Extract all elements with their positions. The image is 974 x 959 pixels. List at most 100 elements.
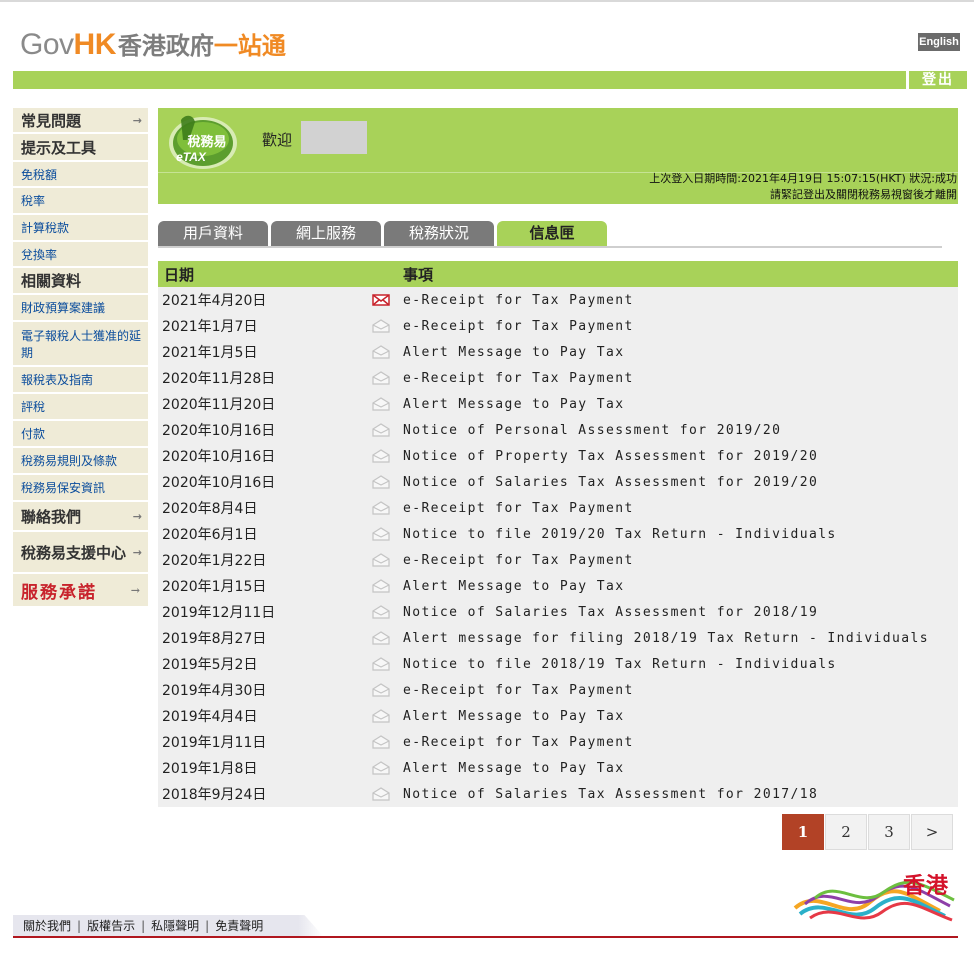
page-3-button[interactable]: 3	[868, 814, 910, 850]
message-subject-link[interactable]: Alert Message to Pay Tax	[403, 761, 624, 776]
sidebar-item[interactable]: 報稅表及指南	[13, 367, 148, 394]
sidebar-item[interactable]: 財政預算案建議	[13, 295, 148, 322]
table-body: 2021年4月20日 e-Receipt for Tax Payment 2021年…	[158, 287, 958, 807]
table-row[interactable]: 2020年11月28日 e-Receipt for Tax Payment	[158, 365, 958, 391]
sidebar-item[interactable]: 提示及工具	[13, 134, 148, 162]
read-mail-icon[interactable]	[358, 709, 403, 723]
read-mail-icon[interactable]	[358, 553, 403, 567]
read-mail-icon[interactable]	[358, 371, 403, 385]
message-subject-link[interactable]: e-Receipt for Tax Payment	[403, 371, 634, 386]
table-row[interactable]: 2020年8月4日 e-Receipt for Tax Payment	[158, 495, 958, 521]
sidebar-item[interactable]: 相關資料	[13, 268, 148, 295]
sidebar-item[interactable]: 常見問題 →	[13, 108, 148, 134]
message-subject-link[interactable]: e-Receipt for Tax Payment	[403, 319, 634, 334]
message-subject-link[interactable]: Notice of Property Tax Assessment for 20…	[403, 449, 818, 464]
sidebar-item[interactable]: 稅率	[13, 188, 148, 215]
message-subject-link[interactable]: e-Receipt for Tax Payment	[403, 553, 634, 568]
sidebar-item[interactable]: 稅務易規則及條款	[13, 448, 148, 475]
message-subject-link[interactable]: Alert Message to Pay Tax	[403, 397, 624, 412]
read-mail-icon[interactable]	[358, 449, 403, 463]
page-1-button[interactable]: 1	[782, 814, 824, 850]
table-row[interactable]: 2019年4月4日 Alert Message to Pay Tax	[158, 703, 958, 729]
read-mail-icon[interactable]	[358, 475, 403, 489]
read-mail-icon[interactable]	[358, 787, 403, 801]
message-subject-link[interactable]: Notice to file 2018/19 Tax Return - Indi…	[403, 657, 837, 672]
sidebar-item[interactable]: 電子報稅人士獲准的延期	[13, 322, 148, 367]
footer-link[interactable]: 版權告示	[87, 917, 135, 934]
table-row[interactable]: 2019年5月2日 Notice to file 2018/19 Tax Retu…	[158, 651, 958, 677]
table-row[interactable]: 2019年1月11日 e-Receipt for Tax Payment	[158, 729, 958, 755]
message-subject-link[interactable]: Notice to file 2019/20 Tax Return - Indi…	[403, 527, 837, 542]
read-mail-icon[interactable]	[358, 345, 403, 359]
message-date: 2021年1月7日	[162, 319, 258, 335]
message-subject-link[interactable]: e-Receipt for Tax Payment	[403, 501, 634, 516]
read-mail-icon[interactable]	[358, 501, 403, 515]
read-mail-icon[interactable]	[358, 397, 403, 411]
message-subject-link[interactable]: e-Receipt for Tax Payment	[403, 293, 634, 308]
table-row[interactable]: 2020年10月16日 Notice of Personal Assessment…	[158, 417, 958, 443]
footer-link[interactable]: 關於我們	[23, 917, 71, 934]
sidebar-item[interactable]: 稅務易支援中心 →	[13, 532, 148, 574]
message-date: 2020年10月16日	[162, 423, 276, 439]
sidebar-item[interactable]: 服務承諾 →	[13, 574, 148, 608]
tab-1[interactable]: 用戶資料	[158, 221, 268, 246]
table-row[interactable]: 2021年1月5日 Alert Message to Pay Tax	[158, 339, 958, 365]
message-subject-link[interactable]: Alert Message to Pay Tax	[403, 709, 624, 724]
table-row[interactable]: 2020年6月1日 Notice to file 2019/20 Tax Retu…	[158, 521, 958, 547]
arrow-right-icon: →	[130, 583, 142, 597]
message-subject-link[interactable]: Notice of Personal Assessment for 2019/2…	[403, 423, 781, 438]
read-mail-icon[interactable]	[358, 319, 403, 333]
read-mail-icon[interactable]	[358, 631, 403, 645]
tab-3[interactable]: 稅務狀況	[384, 221, 494, 246]
page-2-button[interactable]: 2	[825, 814, 867, 850]
table-row[interactable]: 2019年12月11日 Notice of Salaries Tax Assess…	[158, 599, 958, 625]
table-row[interactable]: 2020年10月16日 Notice of Property Tax Assess…	[158, 443, 958, 469]
read-mail-icon[interactable]	[358, 657, 403, 671]
read-mail-icon[interactable]	[358, 761, 403, 775]
footer-link[interactable]: 私隱聲明	[151, 917, 199, 934]
table-row[interactable]: 2020年10月16日 Notice of Salaries Tax Assess…	[158, 469, 958, 495]
sidebar-item[interactable]: 稅務易保安資訊	[13, 475, 148, 502]
table-row[interactable]: 2019年8月27日 Alert message for filing 2018/…	[158, 625, 958, 651]
message-subject-link[interactable]: Alert Message to Pay Tax	[403, 345, 624, 360]
message-subject-link[interactable]: e-Receipt for Tax Payment	[403, 735, 634, 750]
read-mail-icon[interactable]	[358, 683, 403, 697]
unread-mail-icon[interactable]	[358, 293, 403, 307]
message-date: 2020年10月16日	[162, 475, 276, 491]
read-mail-icon[interactable]	[358, 423, 403, 437]
footer-link[interactable]: 免責聲明	[215, 917, 263, 934]
table-row[interactable]: 2020年1月15日 Alert Message to Pay Tax	[158, 573, 958, 599]
sidebar-item[interactable]: 聯絡我們 →	[13, 502, 148, 532]
next-page-button[interactable]: >	[911, 814, 953, 850]
tab-4[interactable]: 信息匣	[497, 221, 607, 246]
read-mail-icon[interactable]	[358, 579, 403, 593]
sidebar-item[interactable]: 免稅額	[13, 162, 148, 188]
table-row[interactable]: 2021年4月20日 e-Receipt for Tax Payment	[158, 287, 958, 313]
read-mail-icon[interactable]	[358, 527, 403, 541]
table-row[interactable]: 2020年11月20日 Alert Message to Pay Tax	[158, 391, 958, 417]
message-subject-link[interactable]: Notice of Salaries Tax Assessment for 20…	[403, 605, 818, 620]
english-language-button[interactable]: English	[918, 33, 960, 51]
sidebar-item[interactable]: 付款	[13, 421, 148, 448]
tab-2[interactable]: 網上服務	[271, 221, 381, 246]
sidebar-item[interactable]: 兌換率	[13, 242, 148, 268]
logout-button[interactable]: 登出	[909, 71, 967, 89]
message-subject-link[interactable]: Notice of Salaries Tax Assessment for 20…	[403, 787, 818, 802]
sidebar-menu: 常見問題 → 提示及工具 免稅額 稅率 計算稅款 兌換率相關資料財政預算案建議 電子報稅人士獲…	[13, 108, 148, 608]
message-subject-link[interactable]: Notice of Salaries Tax Assessment for 20…	[403, 475, 818, 490]
message-subject-link[interactable]: Alert Message to Pay Tax	[403, 579, 624, 594]
arrow-right-icon: →	[132, 113, 142, 127]
table-row[interactable]: 2019年4月30日 e-Receipt for Tax Payment	[158, 677, 958, 703]
read-mail-icon[interactable]	[358, 735, 403, 749]
table-row[interactable]: 2021年1月7日 e-Receipt for Tax Payment	[158, 313, 958, 339]
sidebar-item[interactable]: 評稅	[13, 394, 148, 421]
table-row[interactable]: 2020年1月22日 e-Receipt for Tax Payment	[158, 547, 958, 573]
table-row[interactable]: 2019年1月8日 Alert Message to Pay Tax	[158, 755, 958, 781]
message-subject-link[interactable]: e-Receipt for Tax Payment	[403, 683, 634, 698]
govhk-logo[interactable]: Gov HK 香港政府 一站通	[20, 26, 286, 61]
sidebar-item[interactable]: 計算稅款	[13, 215, 148, 242]
sidebar-item-label: 相關資料	[21, 272, 82, 290]
table-row[interactable]: 2018年9月24日 Notice of Salaries Tax Assessm…	[158, 781, 958, 807]
read-mail-icon[interactable]	[358, 605, 403, 619]
message-subject-link[interactable]: Alert message for filing 2018/19 Tax Ret…	[403, 631, 929, 646]
